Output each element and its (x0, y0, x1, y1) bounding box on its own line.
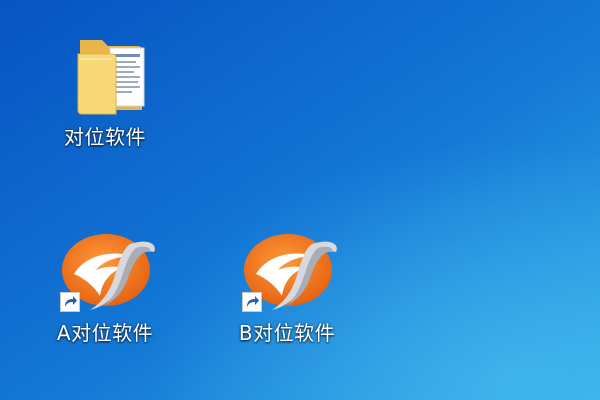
desktop-icon-b-shortcut[interactable]: B对位软件 (222, 230, 352, 346)
app-logo-icon (50, 230, 160, 316)
desktop[interactable]: 对位软件 A对位软件 B对位软件 (0, 0, 600, 400)
desktop-icon-a-shortcut[interactable]: A对位软件 (40, 230, 170, 346)
app-logo-icon (232, 230, 342, 316)
folder-icon (50, 34, 160, 120)
folder-label: 对位软件 (64, 125, 146, 149)
shortcut-arrow-icon (242, 292, 262, 312)
shortcut-arrow-icon (60, 292, 80, 312)
shortcut-a-label: A对位软件 (56, 321, 154, 345)
desktop-icon-folder[interactable]: 对位软件 (40, 34, 170, 150)
shortcut-b-label: B对位软件 (238, 321, 336, 345)
